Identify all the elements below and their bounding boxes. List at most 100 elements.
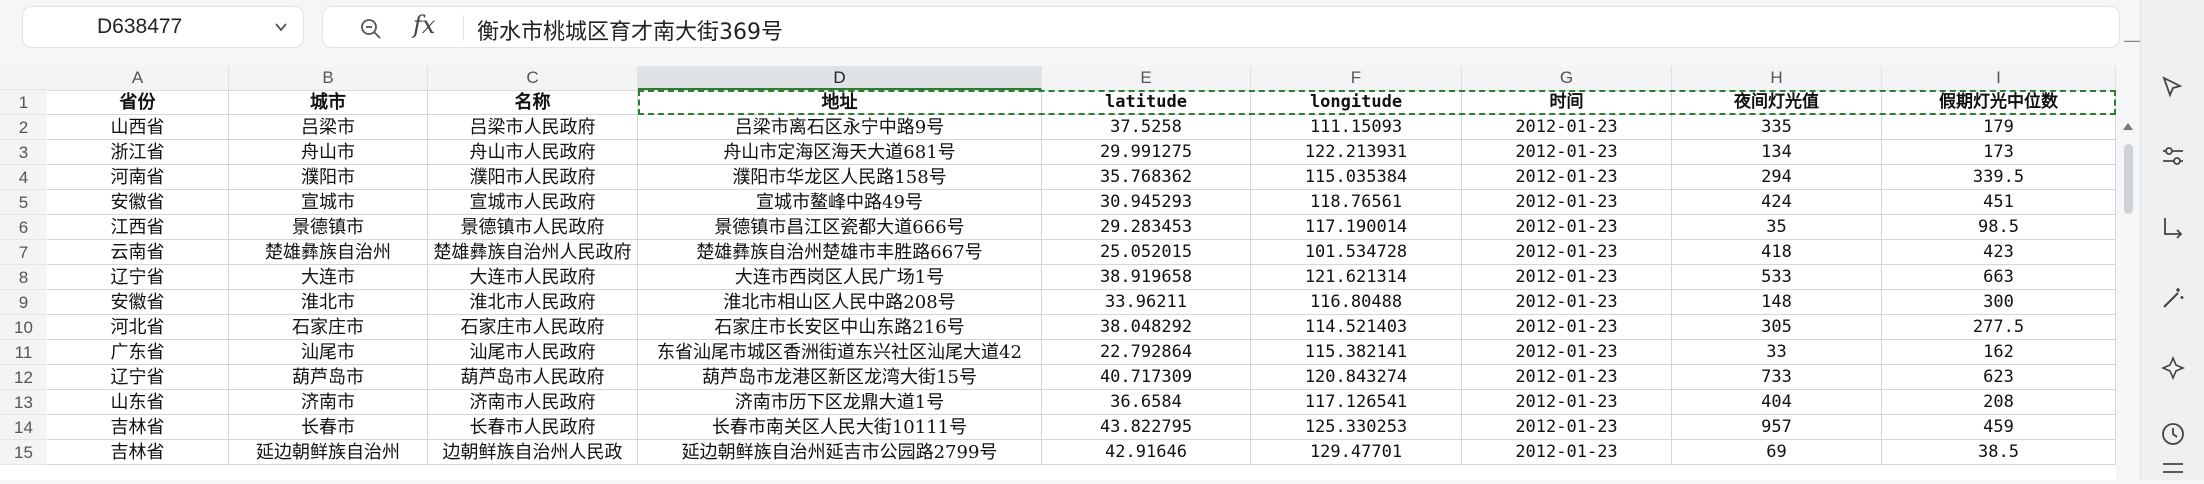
table-cell[interactable]: 125.330253 bbox=[1251, 415, 1462, 440]
table-cell[interactable]: 2012-01-23 bbox=[1462, 390, 1672, 415]
row-header[interactable]: 13 bbox=[0, 390, 47, 415]
sparkle-icon[interactable] bbox=[2159, 354, 2187, 386]
table-cell[interactable]: 济南市 bbox=[229, 390, 428, 415]
header-cell[interactable]: 省份 bbox=[47, 90, 229, 115]
scroll-thumb[interactable] bbox=[2124, 144, 2133, 214]
header-cell[interactable]: 时间 bbox=[1462, 90, 1672, 115]
table-cell[interactable]: 葫芦岛市龙港区新区龙湾大街15号 bbox=[638, 365, 1042, 390]
table-cell[interactable]: 2012-01-23 bbox=[1462, 115, 1672, 140]
table-cell[interactable]: 118.76561 bbox=[1251, 190, 1462, 215]
column-header-a[interactable]: A bbox=[47, 66, 229, 90]
wand-icon[interactable] bbox=[2159, 284, 2187, 316]
table-cell[interactable]: 2012-01-23 bbox=[1462, 240, 1672, 265]
select-all-corner[interactable] bbox=[0, 66, 47, 90]
table-cell[interactable]: 733 bbox=[1672, 365, 1882, 390]
table-cell[interactable]: 舟山市人民政府 bbox=[428, 140, 638, 165]
table-cell[interactable]: 宣城市人民政府 bbox=[428, 190, 638, 215]
table-cell[interactable]: 景德镇市 bbox=[229, 215, 428, 240]
table-cell[interactable]: 459 bbox=[1882, 415, 2116, 440]
table-cell[interactable]: 134 bbox=[1672, 140, 1882, 165]
column-header-b[interactable]: B bbox=[229, 66, 428, 90]
table-cell[interactable]: 吕梁市人民政府 bbox=[428, 115, 638, 140]
table-cell[interactable]: 208 bbox=[1882, 390, 2116, 415]
header-cell[interactable]: latitude bbox=[1042, 90, 1251, 115]
column-header-i[interactable]: I bbox=[1882, 66, 2116, 90]
table-cell[interactable]: 98.5 bbox=[1882, 215, 2116, 240]
table-cell[interactable]: 石家庄市人民政府 bbox=[428, 315, 638, 340]
table-cell[interactable]: 汕尾市人民政府 bbox=[428, 340, 638, 365]
row-header[interactable]: 1 bbox=[0, 90, 47, 115]
table-cell[interactable]: 长春市人民政府 bbox=[428, 415, 638, 440]
table-cell[interactable]: 辽宁省 bbox=[47, 365, 229, 390]
table-cell[interactable]: 30.945293 bbox=[1042, 190, 1251, 215]
column-header-e[interactable]: E bbox=[1042, 66, 1251, 90]
table-cell[interactable]: 吉林省 bbox=[47, 415, 229, 440]
table-cell[interactable]: 浙江省 bbox=[47, 140, 229, 165]
row-header[interactable]: 9 bbox=[0, 290, 47, 315]
table-cell[interactable]: 29.283453 bbox=[1042, 215, 1251, 240]
table-cell[interactable]: 38.919658 bbox=[1042, 265, 1251, 290]
sliders-icon[interactable] bbox=[2159, 142, 2187, 174]
table-cell[interactable]: 957 bbox=[1672, 415, 1882, 440]
table-cell[interactable]: 111.15093 bbox=[1251, 115, 1462, 140]
table-cell[interactable]: 葫芦岛市人民政府 bbox=[428, 365, 638, 390]
table-cell[interactable]: 101.534728 bbox=[1251, 240, 1462, 265]
table-cell[interactable]: 116.80488 bbox=[1251, 290, 1462, 315]
table-cell[interactable]: 663 bbox=[1882, 265, 2116, 290]
table-cell[interactable]: 37.5258 bbox=[1042, 115, 1251, 140]
table-cell[interactable]: 2012-01-23 bbox=[1462, 365, 1672, 390]
table-cell[interactable]: 69 bbox=[1672, 440, 1882, 465]
zoom-icon[interactable] bbox=[359, 17, 383, 45]
table-cell[interactable]: 335 bbox=[1672, 115, 1882, 140]
table-cell[interactable]: 40.717309 bbox=[1042, 365, 1251, 390]
formula-content[interactable]: 衡水市桃城区育才南大街369号 bbox=[477, 14, 783, 46]
table-cell[interactable]: 533 bbox=[1672, 265, 1882, 290]
table-cell[interactable]: 122.213931 bbox=[1251, 140, 1462, 165]
table-cell[interactable]: 濮阳市人民政府 bbox=[428, 165, 638, 190]
table-cell[interactable]: 339.5 bbox=[1882, 165, 2116, 190]
vertical-scrollbar[interactable] bbox=[2116, 66, 2140, 480]
table-cell[interactable]: 大连市西岗区人民广场1号 bbox=[638, 265, 1042, 290]
table-cell[interactable]: 淮北市 bbox=[229, 290, 428, 315]
table-cell[interactable]: 汕尾市 bbox=[229, 340, 428, 365]
clock-icon[interactable] bbox=[2159, 420, 2187, 452]
table-cell[interactable]: 东省汕尾市城区香洲街道东兴社区汕尾大道42 bbox=[638, 340, 1042, 365]
column-header-f[interactable]: F bbox=[1251, 66, 1462, 90]
table-cell[interactable]: 22.792864 bbox=[1042, 340, 1251, 365]
scroll-up-icon[interactable] bbox=[2122, 116, 2134, 135]
name-box[interactable]: D638477 bbox=[22, 6, 304, 48]
table-cell[interactable]: 179 bbox=[1882, 115, 2116, 140]
table-cell[interactable]: 吕梁市离石区永宁中路9号 bbox=[638, 115, 1042, 140]
table-cell[interactable]: 大连市 bbox=[229, 265, 428, 290]
table-cell[interactable]: 418 bbox=[1672, 240, 1882, 265]
header-cell[interactable]: 夜间灯光值 bbox=[1672, 90, 1882, 115]
table-cell[interactable]: 2012-01-23 bbox=[1462, 140, 1672, 165]
table-cell[interactable]: 38.048292 bbox=[1042, 315, 1251, 340]
table-cell[interactable]: 山西省 bbox=[47, 115, 229, 140]
row-header[interactable]: 3 bbox=[0, 140, 47, 165]
table-cell[interactable]: 舟山市 bbox=[229, 140, 428, 165]
table-cell[interactable]: 43.822795 bbox=[1042, 415, 1251, 440]
table-cell[interactable]: 2012-01-23 bbox=[1462, 315, 1672, 340]
row-header[interactable]: 14 bbox=[0, 415, 47, 440]
table-cell[interactable]: 404 bbox=[1672, 390, 1882, 415]
table-cell[interactable]: 115.382141 bbox=[1251, 340, 1462, 365]
table-cell[interactable]: 长春市南关区人民大街10111号 bbox=[638, 415, 1042, 440]
table-cell[interactable]: 河北省 bbox=[47, 315, 229, 340]
function-icon[interactable]: fx bbox=[413, 11, 435, 39]
table-cell[interactable]: 长春市 bbox=[229, 415, 428, 440]
table-cell[interactable]: 2012-01-23 bbox=[1462, 290, 1672, 315]
table-cell[interactable]: 300 bbox=[1882, 290, 2116, 315]
table-cell[interactable]: 114.521403 bbox=[1251, 315, 1462, 340]
table-cell[interactable]: 277.5 bbox=[1882, 315, 2116, 340]
table-cell[interactable]: 42.91646 bbox=[1042, 440, 1251, 465]
row-header[interactable]: 15 bbox=[0, 440, 47, 465]
table-cell[interactable]: 江西省 bbox=[47, 215, 229, 240]
table-cell[interactable]: 305 bbox=[1672, 315, 1882, 340]
table-cell[interactable]: 2012-01-23 bbox=[1462, 265, 1672, 290]
table-cell[interactable]: 安徽省 bbox=[47, 190, 229, 215]
table-cell[interactable]: 2012-01-23 bbox=[1462, 440, 1672, 465]
transform-icon[interactable] bbox=[2159, 214, 2187, 246]
table-cell[interactable]: 河南省 bbox=[47, 165, 229, 190]
table-cell[interactable]: 424 bbox=[1672, 190, 1882, 215]
